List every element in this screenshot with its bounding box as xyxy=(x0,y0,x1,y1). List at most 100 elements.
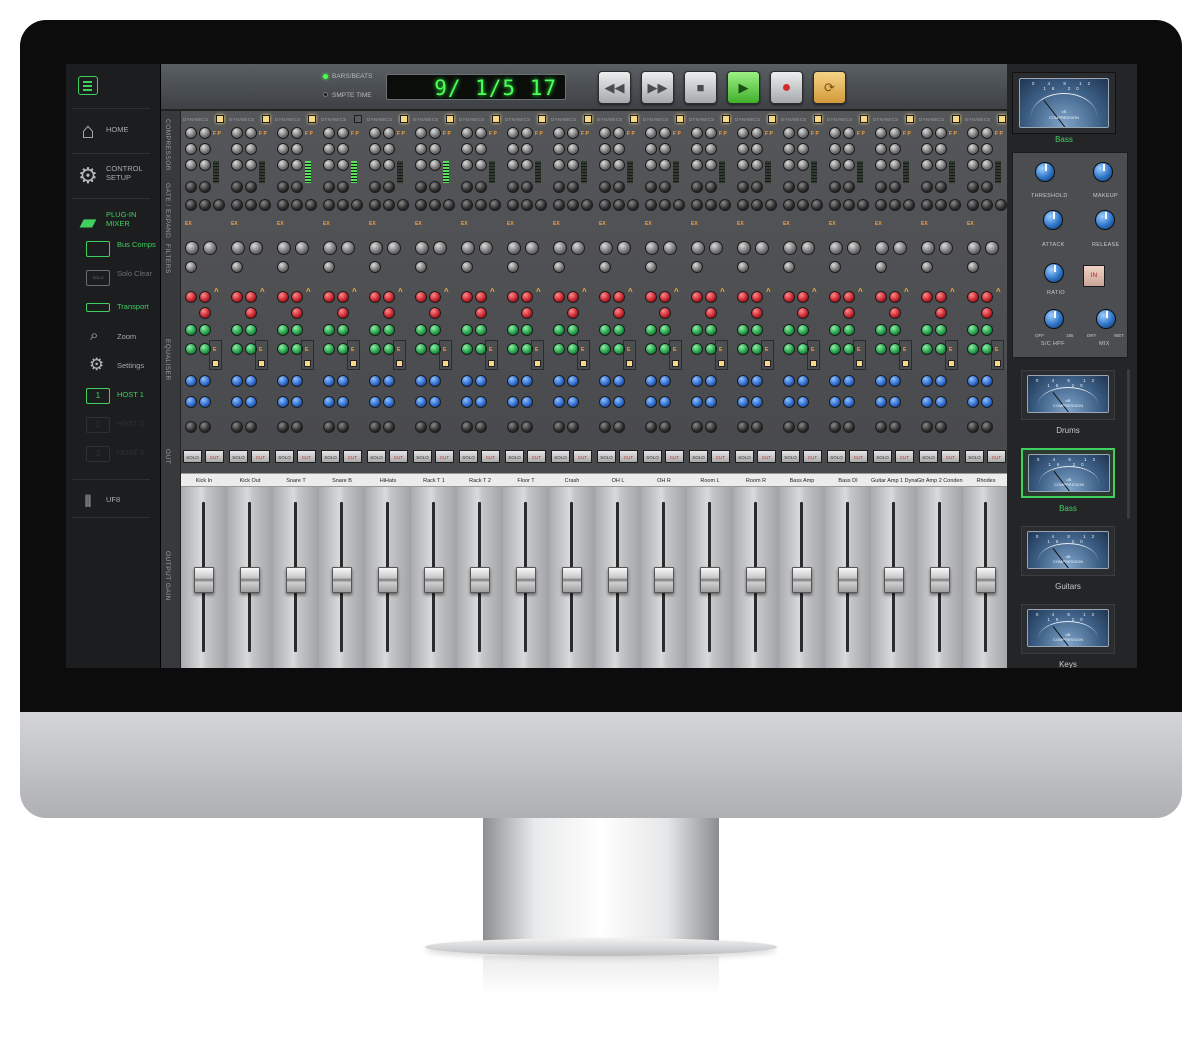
solo-button[interactable]: SOLO xyxy=(873,450,892,463)
gate-knob[interactable] xyxy=(199,181,211,193)
comp-knob[interactable] xyxy=(323,159,335,171)
gate-knob[interactable] xyxy=(857,199,869,211)
comp-knob[interactable] xyxy=(751,143,763,155)
eq-hmf-freq-knob[interactable] xyxy=(843,324,855,336)
comp-knob[interactable] xyxy=(659,159,671,171)
eq-hf-gain-knob[interactable] xyxy=(691,291,703,303)
eq-lf2-gain-knob[interactable] xyxy=(691,396,703,408)
eq-hmf-freq-knob[interactable] xyxy=(613,324,625,336)
output-gain-fader[interactable] xyxy=(332,567,352,593)
eq-hf-gain-knob[interactable] xyxy=(921,291,933,303)
eq-lf2-freq-knob[interactable] xyxy=(613,396,625,408)
eq-lf2-freq-knob[interactable] xyxy=(935,396,947,408)
eq-hf-gain-knob[interactable] xyxy=(967,291,979,303)
hpf-knob[interactable] xyxy=(921,241,935,255)
gate-knob[interactable] xyxy=(783,199,795,211)
eq-lmf-gain-knob[interactable] xyxy=(461,343,473,355)
eq-hmf-gain-knob[interactable] xyxy=(645,324,657,336)
comp-knob[interactable] xyxy=(291,143,303,155)
solo-button[interactable]: SOLO xyxy=(919,450,938,463)
comp-knob[interactable] xyxy=(737,159,749,171)
gate-knob[interactable] xyxy=(751,199,763,211)
nav-sub-solo-clear[interactable]: SOLO Solo Clear xyxy=(86,267,161,295)
menu-icon[interactable] xyxy=(78,76,98,95)
output-trim-knob[interactable] xyxy=(369,421,381,433)
eq-hmf-freq-knob[interactable] xyxy=(751,324,763,336)
dynamics-button[interactable] xyxy=(216,115,224,123)
eq-lmf-gain-knob[interactable] xyxy=(323,343,335,355)
lpf-knob[interactable] xyxy=(755,241,769,255)
eq-hf-freq-knob[interactable] xyxy=(567,291,579,303)
eq-lf2-freq-knob[interactable] xyxy=(659,396,671,408)
hpf-knob[interactable] xyxy=(875,241,889,255)
eq-lmf-gain-knob[interactable] xyxy=(185,343,197,355)
eq-lmf-gain-knob[interactable] xyxy=(921,343,933,355)
comp-knob[interactable] xyxy=(659,143,671,155)
gate-knob[interactable] xyxy=(231,181,243,193)
solo-button[interactable]: SOLO xyxy=(229,450,248,463)
eq-hf-freq-knob[interactable] xyxy=(659,291,671,303)
gate-knob[interactable] xyxy=(567,181,579,193)
filter-knob[interactable] xyxy=(599,261,611,273)
comp-knob[interactable] xyxy=(277,159,289,171)
eq-hf-gain-knob[interactable] xyxy=(553,291,565,303)
dynamics-button[interactable] xyxy=(584,115,592,123)
eq-hf-q-knob[interactable] xyxy=(889,307,901,319)
hpf-knob[interactable] xyxy=(553,241,567,255)
hpf-knob[interactable] xyxy=(967,241,981,255)
output-pan-knob[interactable] xyxy=(429,421,441,433)
nav-item-uf8[interactable]: ⫴ UF8 xyxy=(66,486,161,526)
comp-knob[interactable] xyxy=(981,127,993,139)
comp-knob[interactable] xyxy=(783,159,795,171)
makeup-knob[interactable] xyxy=(1093,162,1113,182)
output-gain-fader[interactable] xyxy=(424,567,444,593)
comp-knob[interactable] xyxy=(475,143,487,155)
nav-sub-zoom[interactable]: ⌕ Zoom xyxy=(86,327,161,355)
comp-knob[interactable] xyxy=(461,159,473,171)
output-pan-knob[interactable] xyxy=(935,421,947,433)
cut-button[interactable]: CUT xyxy=(665,450,684,463)
eq-lf-freq-knob[interactable] xyxy=(199,375,211,387)
solo-button[interactable]: SOLO xyxy=(689,450,708,463)
dynamics-button[interactable] xyxy=(814,115,822,123)
eq-lf-gain-knob[interactable] xyxy=(967,375,979,387)
gate-knob[interactable] xyxy=(383,199,395,211)
gate-knob[interactable] xyxy=(875,181,887,193)
eq-lf2-freq-knob[interactable] xyxy=(429,396,441,408)
gate-knob[interactable] xyxy=(213,199,225,211)
nav-sub-host-3[interactable]: 3 HOST 3 xyxy=(86,443,161,471)
eq-hmf-freq-knob[interactable] xyxy=(889,324,901,336)
eq-hmf-freq-knob[interactable] xyxy=(475,324,487,336)
eq-hf-gain-knob[interactable] xyxy=(231,291,243,303)
lpf-knob[interactable] xyxy=(617,241,631,255)
comp-knob[interactable] xyxy=(185,127,197,139)
filter-knob[interactable] xyxy=(369,261,381,273)
output-pan-knob[interactable] xyxy=(751,421,763,433)
eq-hmf-gain-knob[interactable] xyxy=(967,324,979,336)
cut-button[interactable]: CUT xyxy=(711,450,730,463)
filter-knob[interactable] xyxy=(875,261,887,273)
comp-knob[interactable] xyxy=(783,127,795,139)
gate-knob[interactable] xyxy=(475,181,487,193)
gate-knob[interactable] xyxy=(535,199,547,211)
eq-hf-q-knob[interactable] xyxy=(245,307,257,319)
comp-knob[interactable] xyxy=(889,159,901,171)
cut-button[interactable]: CUT xyxy=(987,450,1006,463)
comp-knob[interactable] xyxy=(599,143,611,155)
comp-knob[interactable] xyxy=(783,143,795,155)
gate-knob[interactable] xyxy=(553,199,565,211)
threshold-knob[interactable] xyxy=(1035,162,1055,182)
eq-hmf-gain-knob[interactable] xyxy=(323,324,335,336)
gate-knob[interactable] xyxy=(185,199,197,211)
eq-hf-gain-knob[interactable] xyxy=(461,291,473,303)
eq-hf-freq-knob[interactable] xyxy=(705,291,717,303)
comp-knob[interactable] xyxy=(461,127,473,139)
gate-knob[interactable] xyxy=(737,181,749,193)
bars-beats-option[interactable]: BARS/BEATS xyxy=(332,73,372,80)
eq-lf-freq-knob[interactable] xyxy=(383,375,395,387)
eq-hf-freq-knob[interactable] xyxy=(383,291,395,303)
eq-hf-gain-knob[interactable] xyxy=(737,291,749,303)
eq-lf-freq-knob[interactable] xyxy=(567,375,579,387)
eq-lf2-gain-knob[interactable] xyxy=(829,396,841,408)
comp-knob[interactable] xyxy=(691,143,703,155)
